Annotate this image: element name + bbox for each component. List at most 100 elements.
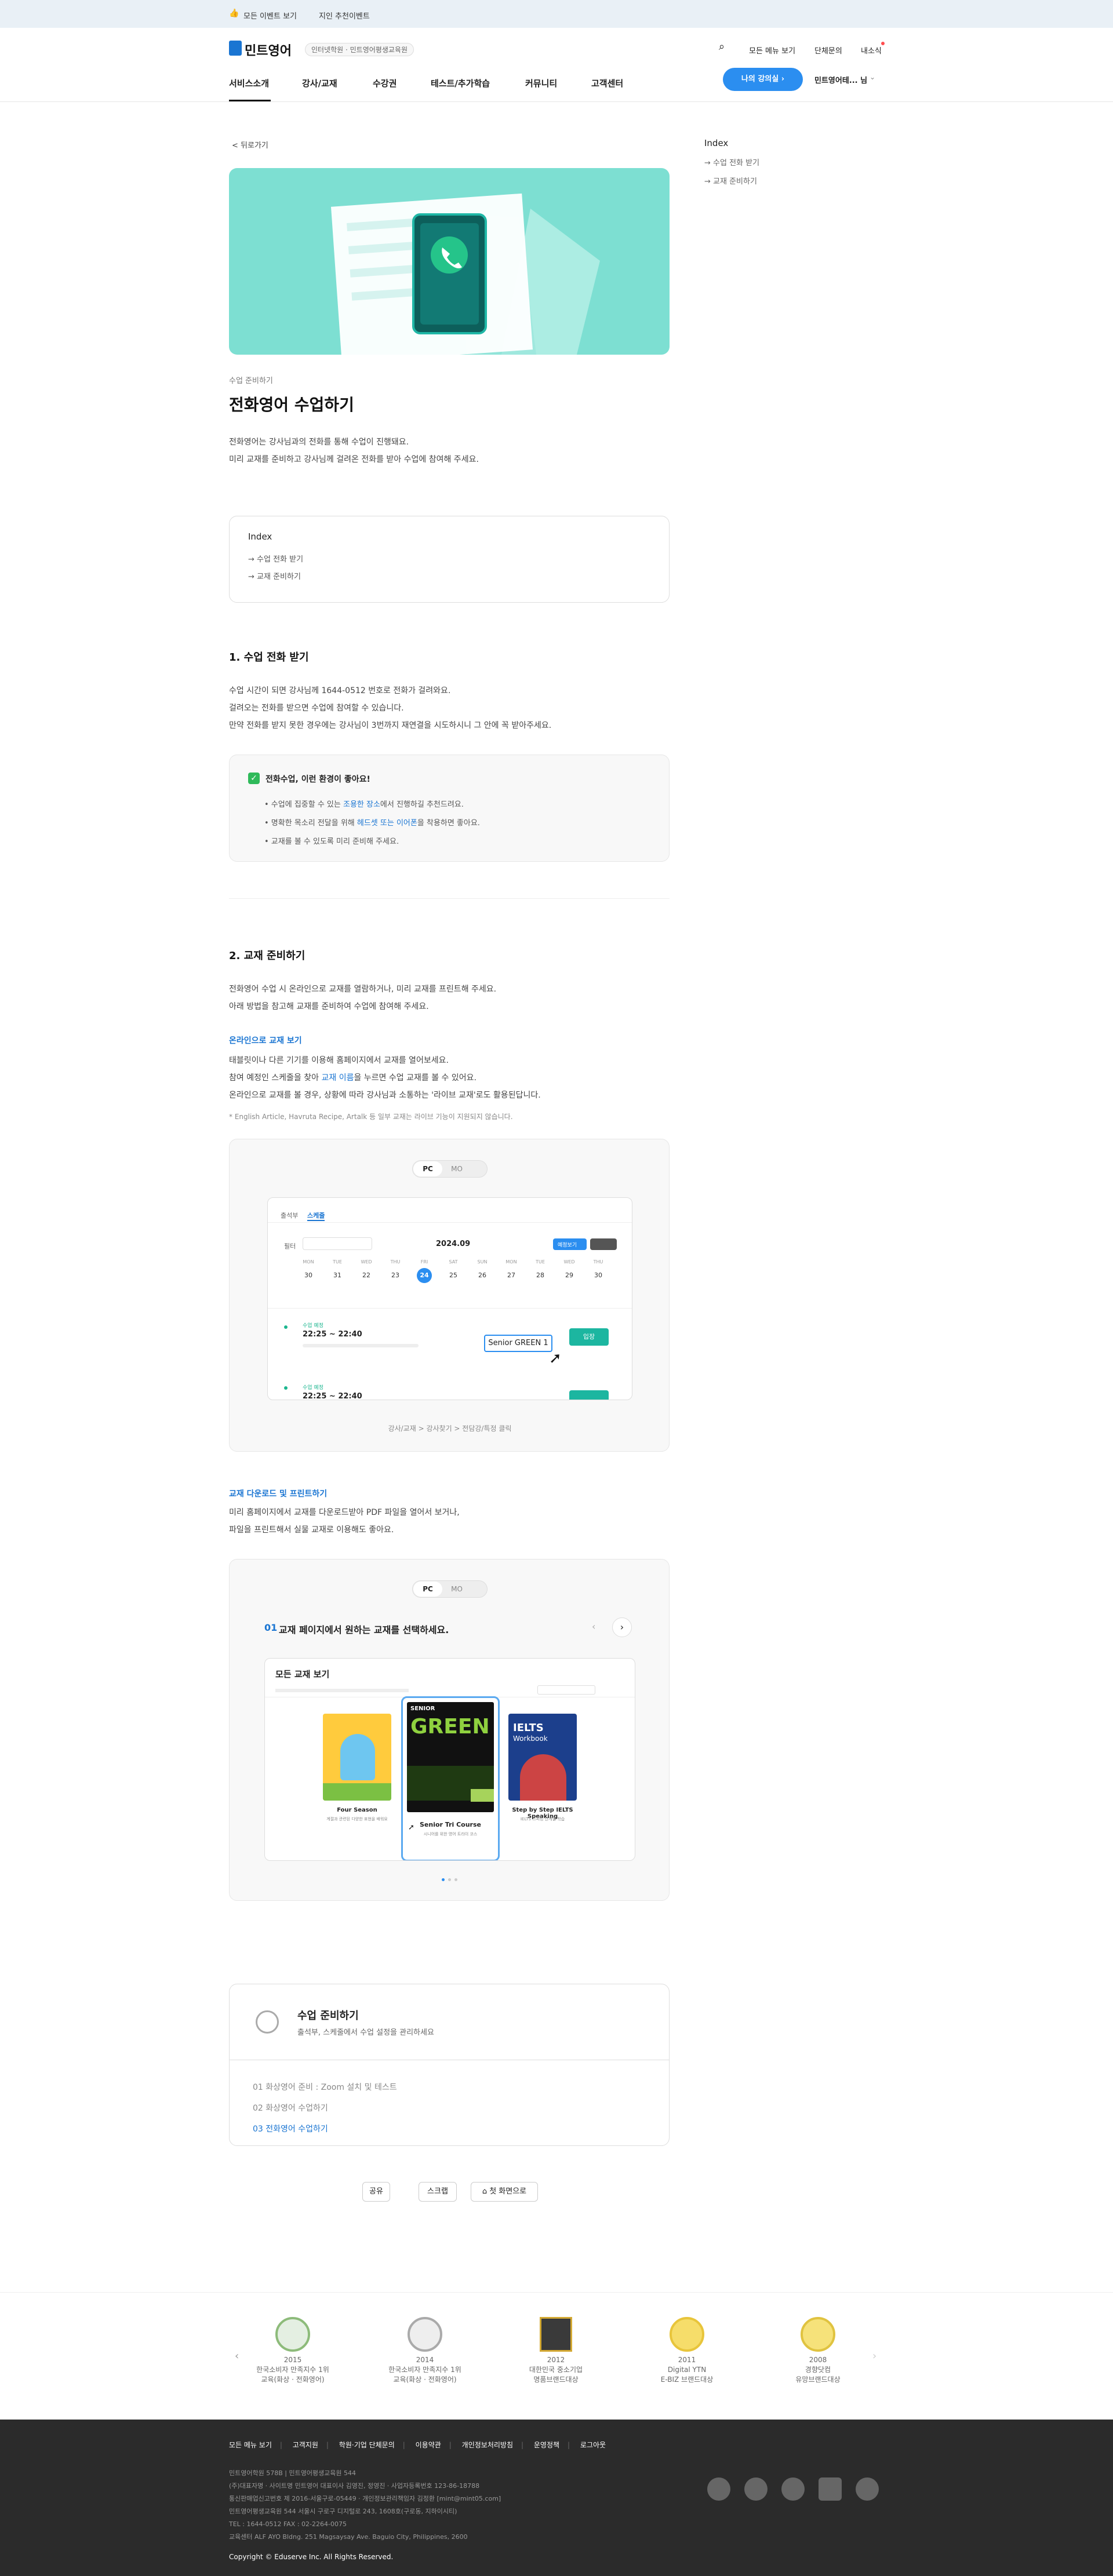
awards-next-icon[interactable]: › [872,2350,876,2362]
footer-link[interactable]: 이용약관 [416,2441,441,2449]
section-1-body: 수업 시간이 되면 강사님께 1644-0512 번호로 전화가 걸려와요. 걸… [229,682,551,734]
nav-teachers[interactable]: 강사/교재 [302,77,337,89]
class-status: 수업 예정 [303,1323,323,1329]
back-link[interactable]: < 뒤로가기 [232,139,268,150]
upcoming-button: 예정보기 [553,1238,587,1250]
side-index: Index → 수업 전화 받기 → 교재 준비하기 [704,138,759,191]
nav-support[interactable]: 고객센터 [591,77,623,89]
calendar-date: 27 [507,1271,515,1279]
hero-illustration [229,168,670,355]
group-inquiry-link[interactable]: 단체문의 [814,45,842,56]
class-time: 22:25 ~ 22:40 [303,1330,362,1339]
toggle-mo[interactable]: MO [442,1582,471,1597]
side-index-item-material[interactable]: → 교재 준비하기 [704,173,759,191]
index-link-material[interactable]: → 교재 준비하기 [248,569,301,586]
my-news-link[interactable]: 내소식 [861,45,882,56]
calendar-weekday: FRI [420,1259,428,1265]
notification-dot [881,42,885,45]
materials-screenshot: 모든 교재 보기 Four Season 계절과 관련된 다양한 표현을 배워요… [264,1658,635,1861]
nav-service[interactable]: 서비스소개 [229,77,269,89]
my-classroom-button[interactable]: 나의 강의실 › [723,68,803,91]
search-icon[interactable]: ⌕ [719,41,725,53]
scrap-button[interactable]: 스크랩 [419,2182,457,2202]
calendar-weekday: SUN [477,1259,488,1265]
footer-link[interactable]: 운영정책 [534,2441,559,2449]
toggle-pc[interactable]: PC [413,1582,442,1597]
nav-active-underline [229,100,271,101]
calendar-date: 28 [536,1271,544,1279]
screenshot-card-online: PC MO 출석부 스케줄 필터 2024.09 예정보기 MON 30 TUE 31 W… [229,1139,670,1452]
brand-name[interactable]: 민트영어 [245,41,292,59]
calendar-day: SAT 25 [442,1259,465,1283]
calendar-day: THU 30 [587,1259,610,1283]
enter-class-button [569,1390,609,1400]
online-material-title: 온라인으로 교재 보기 [229,1036,302,1045]
book-desc: 시니어를 위한 영어 트라이 코스 [423,1832,478,1837]
calendar-weekday: TUE [536,1259,545,1265]
tip-item: • 교재를 볼 수 있도록 미리 준비해 주세요. [264,837,399,846]
calendar-day: TUE 28 [529,1259,552,1283]
events-link[interactable]: 모든 이벤트 보기 [243,10,297,21]
recommend-link[interactable]: 지인 추천이벤트 [319,10,370,21]
footer-link[interactable]: 고객지원 [293,2441,318,2449]
guide-subtitle: 출석부, 스케줄에서 수업 설정을 관리하세요 [297,2028,434,2037]
calendar-date: 24 [417,1268,432,1283]
chevron-down-icon[interactable]: ⌄ [870,73,875,81]
certification-logos [707,2477,881,2501]
calendar-date: 26 [478,1271,486,1279]
download-body: 미리 홈페이지에서 교재를 다운로드받아 PDF 파일을 열어서 보거나, 파일… [229,1504,460,1539]
pc-mo-toggle[interactable]: PC MO [412,1580,488,1598]
calendar-date: 22 [362,1271,370,1279]
footer-link[interactable]: 학원·기업 단체문의 [339,2441,395,2449]
top-strip: 👍 모든 이벤트 보기 지인 추천이벤트 [0,0,1113,28]
all-menu-link[interactable]: 모든 메뉴 보기 [749,45,795,56]
next-button[interactable]: › [612,1617,632,1637]
guide-item-zoom[interactable]: 01 화상영어 준비 : Zoom 설치 및 테스트 [253,2077,397,2098]
user-menu[interactable]: 민트영어테... 님 [814,74,867,85]
book-title: Four Season [337,1807,377,1813]
footer-link[interactable]: 모든 메뉴 보기 [229,2441,272,2449]
material-tooltip: Senior GREEN 1 [484,1335,552,1352]
tab-attendance: 출석부 [281,1212,299,1219]
toggle-pc[interactable]: PC [413,1161,442,1176]
footer-link[interactable]: 로그아웃 [580,2441,606,2449]
calendar-weekday: TUE [333,1259,342,1265]
awards-prev-icon[interactable]: ‹ [235,2350,239,2362]
toggle-mo[interactable]: MO [442,1161,471,1176]
prev-icon[interactable]: ‹ [592,1621,595,1632]
index-link-call[interactable]: → 수업 전화 받기 [248,551,303,569]
guide-item-video[interactable]: 02 화상영어 수업하기 [253,2098,397,2119]
index-box: Index → 수업 전화 받기 → 교재 준비하기 [229,516,670,603]
screenshot-card-download: PC MO 01 교재 페이지에서 원하는 교재를 선택하세요. ‹ › 모든 교… [229,1559,670,1901]
guide-item-phone[interactable]: 03 전화영어 수업하기 [253,2119,397,2140]
pc-mo-toggle[interactable]: PC MO [412,1160,488,1178]
nav-tickets[interactable]: 수강권 [373,77,397,89]
award-item: 2015 한국소비자 만족지수 1위 교육(화상 · 전화영어) [249,2317,336,2385]
step-number: 01 [264,1622,278,1633]
section-2-title: 2. 교재 준비하기 [229,950,305,962]
class-time: 22:25 ~ 22:40 [303,1392,362,1400]
body-line: 온라인으로 교재를 볼 경우, 상황에 따라 강사님과 소통하는 '라이브 교재… [229,1091,541,1100]
home-button[interactable]: ⌂ 첫 화면으로 [471,2182,538,2202]
share-button[interactable]: 공유 [362,2182,390,2202]
intro-line: 미리 교재를 준비하고 강사님께 걸려온 전화를 받아 수업에 참여해 주세요. [229,455,479,464]
index-box-title: Index [248,531,272,542]
nav-community[interactable]: 커뮤니티 [525,77,557,89]
tip-item: • 명확한 목소리 전달을 위해 헤드셋 또는 이어폰을 착용하면 좋아요. [264,819,480,828]
calendar-day: FRI 24 [413,1259,436,1283]
cursor-icon: ➚ [549,1350,562,1367]
brand-badge: 인터넷학원 · 민트영어평생교육원 [305,43,414,56]
footer-link[interactable]: 개인정보처리방침 [462,2441,513,2449]
calendar-weekday: THU [390,1259,401,1265]
schedule-month: 2024.09 [436,1240,471,1248]
award-badge-icon [408,2317,442,2352]
carousel-dots[interactable] [442,1878,458,1882]
online-note: * English Article, Havruta Recipe, Artal… [229,1113,513,1121]
article-category: 수업 준비하기 [229,377,273,385]
class-details [303,1344,419,1347]
side-index-item-call[interactable]: → 수업 전화 받기 [704,154,759,173]
divider [268,1222,632,1223]
tip-list: • 수업에 집중할 수 있는 조용한 장소에서 진행하길 추천드려요. • 명확… [264,796,480,851]
intro-text: 전화영어는 강사님과의 전화를 통해 수업이 진행돼요. 미리 교재를 준비하고… [229,433,479,468]
nav-tests[interactable]: 테스트/추가학습 [431,77,490,89]
